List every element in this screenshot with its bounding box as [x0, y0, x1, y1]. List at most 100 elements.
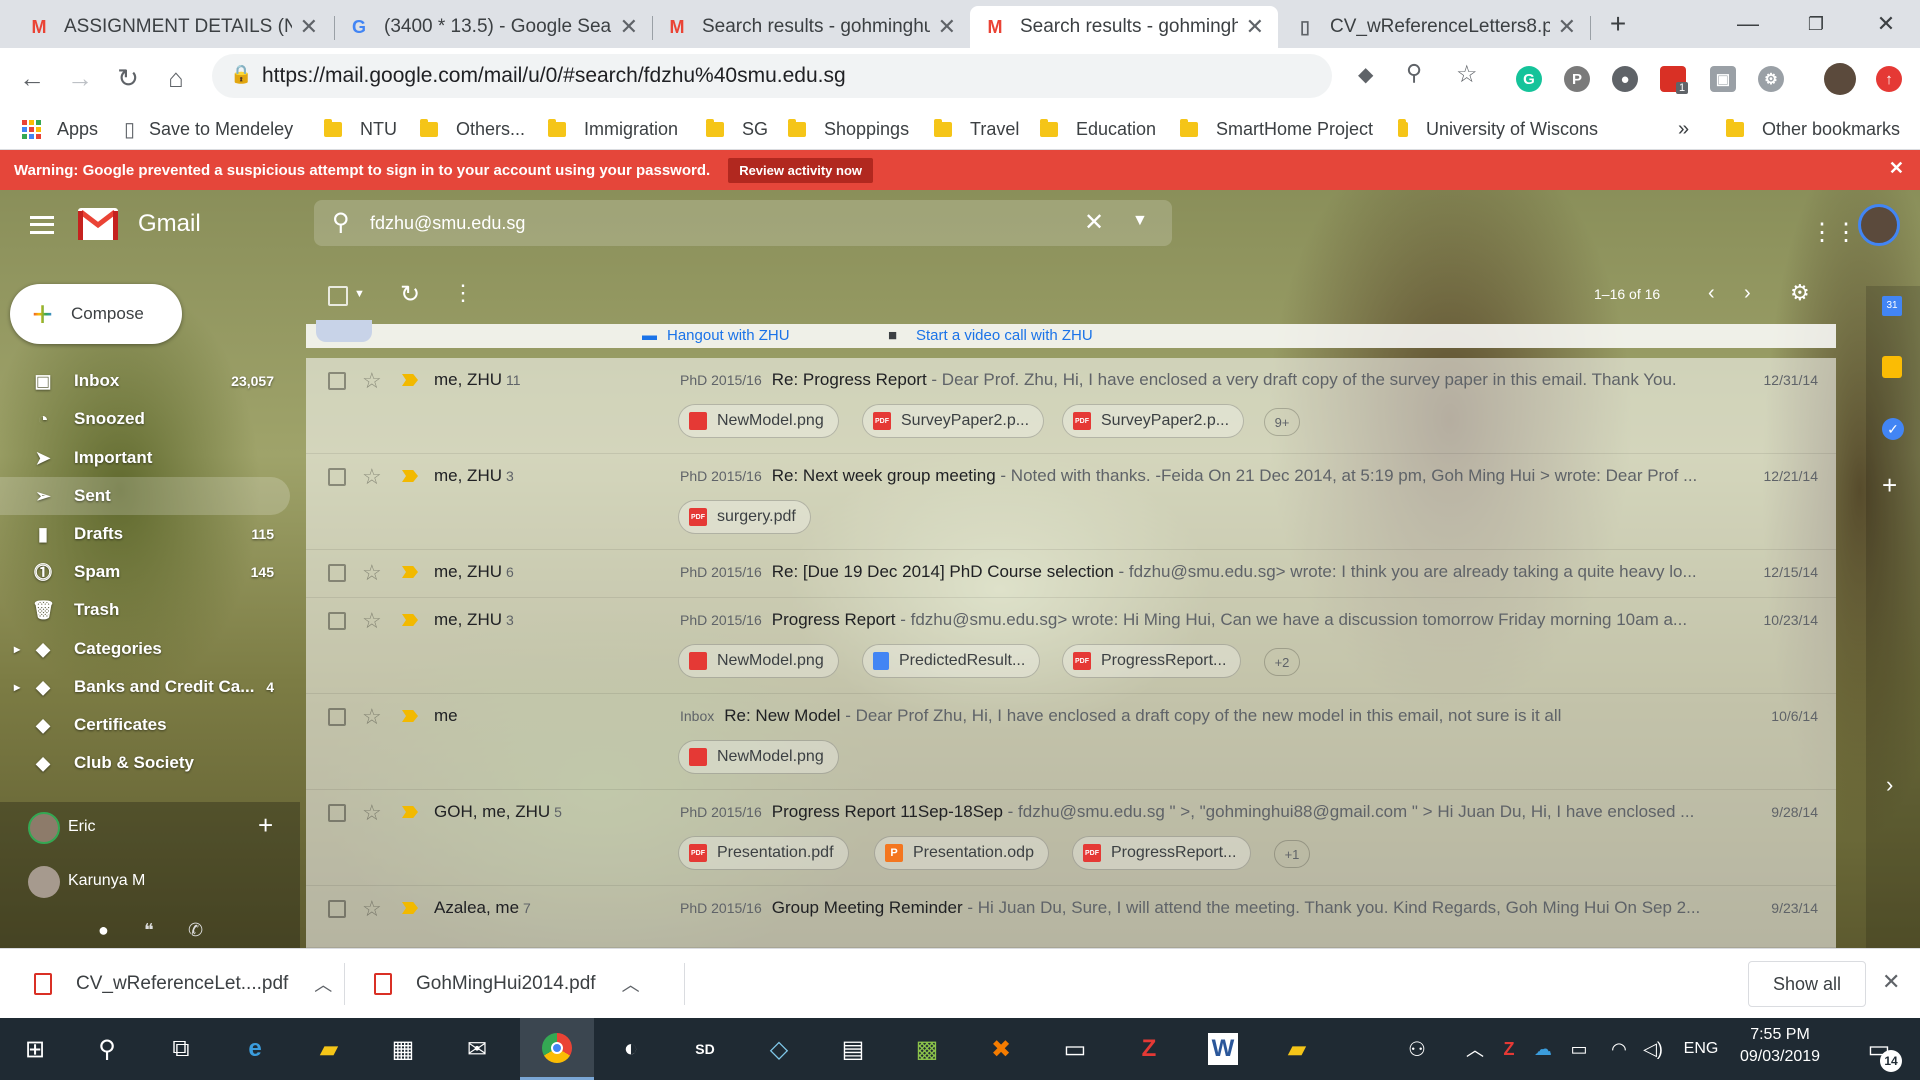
app-icon[interactable]: ▩ [904, 1026, 950, 1072]
bookmark-folder[interactable]: NTU [324, 116, 397, 142]
close-download-bar-icon[interactable]: ✕ [1882, 969, 1900, 995]
attachment-chip[interactable]: PredictedResult... [862, 644, 1041, 678]
close-window-icon[interactable]: ✕ [1866, 6, 1906, 42]
search-icon[interactable]: ⚲ [84, 1026, 130, 1072]
attachment-chip[interactable]: PDF SurveyPaper2.p... [862, 404, 1045, 438]
sidebar-item-drafts[interactable]: ▮ Drafts 115 [0, 515, 290, 553]
attachment-chip[interactable]: NewModel.png [678, 644, 839, 678]
row-checkbox[interactable] [328, 372, 346, 390]
sidebar-item-club-society[interactable]: ◆ Club & Society [0, 744, 290, 782]
grammarly-icon[interactable]: G [1516, 66, 1542, 92]
attachment-chip[interactable]: PDF Presentation.pdf [678, 836, 849, 870]
bookmark-star-icon[interactable]: ☆ [1456, 60, 1478, 89]
attachment-chip[interactable]: PDF ProgressReport... [1062, 644, 1242, 678]
expand-arrow-icon[interactable]: ▸ [14, 642, 20, 656]
bookmark-folder[interactable]: Travel [934, 116, 1019, 142]
important-marker-icon[interactable] [402, 614, 418, 626]
pinterest-icon[interactable]: P [1564, 66, 1590, 92]
task-view-icon[interactable]: ⧉ [158, 1026, 204, 1072]
settings-gear-icon[interactable]: ⚙ [1790, 280, 1810, 306]
address-bar[interactable]: 🔒 https://mail.google.com/mail/u/0/#sear… [212, 54, 1478, 98]
update-icon[interactable]: ↑ [1876, 66, 1902, 92]
main-menu-icon[interactable] [30, 216, 54, 234]
bookmark-item[interactable]: ▯ Save to Mendeley [124, 116, 293, 142]
important-marker-icon[interactable] [402, 566, 418, 578]
email-row[interactable]: ☆ me Inbox Re: New Model - Dear Prof Zhu,… [306, 694, 1836, 790]
star-icon[interactable]: ☆ [362, 464, 382, 490]
chevron-up-icon[interactable]: ︿ [314, 971, 332, 997]
download-item[interactable]: GohMingHui2014.pdf ︿ [374, 967, 640, 1001]
close-tab-icon[interactable]: ✕ [1558, 14, 1576, 40]
app-icon[interactable]: ◇ [756, 1026, 802, 1072]
restore-icon[interactable]: ❐ [1796, 6, 1836, 42]
app-icon[interactable]: ◐ [608, 1026, 654, 1072]
close-tab-icon[interactable]: ✕ [300, 14, 318, 40]
quote-icon[interactable]: ❝ [144, 920, 154, 941]
sidebar-item-sent[interactable]: ➢ Sent [0, 477, 290, 515]
sidebar-item-banks[interactable]: ▸ ◆ Banks and Credit Ca... 4 [0, 668, 290, 706]
email-row[interactable]: ☆ me, ZHU 3 PhD 2015/16 Progress Report - … [306, 598, 1836, 694]
browser-tab[interactable]: G (3400 * 13.5) - Google Sear ✕ [334, 6, 652, 48]
language-indicator[interactable]: ENG [1676, 1026, 1726, 1072]
keep-icon[interactable] [1882, 356, 1902, 378]
store-icon[interactable]: ▦ [380, 1026, 426, 1072]
file-explorer-icon[interactable]: ▰ [306, 1026, 352, 1072]
expand-arrow-icon[interactable]: ▸ [14, 680, 20, 694]
bookmark-folder[interactable]: Others... [420, 116, 525, 142]
sidebar-item-trash[interactable]: 🗑 Trash [0, 591, 290, 629]
bookmark-folder[interactable]: Education [1040, 116, 1156, 142]
avatar[interactable] [28, 812, 60, 844]
more-actions-icon[interactable]: ⋮ [452, 280, 474, 306]
calendar-icon[interactable]: 31 [1882, 296, 1902, 316]
other-bookmarks[interactable]: Other bookmarks [1726, 116, 1900, 142]
important-marker-icon[interactable] [402, 902, 418, 914]
hangout-link[interactable]: Hangout with ZHU [667, 327, 790, 344]
sidebar-item-spam[interactable]: ⓵ Spam 145 [0, 553, 290, 591]
hangouts-contact[interactable]: Eric [68, 818, 96, 836]
phone-icon[interactable]: ✆ [188, 920, 203, 941]
bookmark-folder[interactable]: SG [706, 116, 768, 142]
back-icon[interactable]: ← [14, 60, 50, 96]
sidebar-item-categories[interactable]: ▸ ◆ Categories [0, 630, 290, 668]
attachment-chip[interactable]: NewModel.png [678, 740, 839, 774]
home-icon[interactable]: ⌂ [158, 60, 194, 96]
edge-icon[interactable]: e [232, 1026, 278, 1072]
person-icon[interactable]: ● [98, 920, 109, 941]
attachment-chip[interactable]: PDF surgery.pdf [678, 500, 811, 534]
star-icon[interactable]: ☆ [362, 368, 382, 394]
search-icon[interactable]: ⚲ [332, 208, 350, 237]
gear-extension-icon[interactable]: ⚙ [1758, 66, 1784, 92]
attachment-chip[interactable]: P Presentation.odp [874, 836, 1049, 870]
row-checkbox[interactable] [328, 804, 346, 822]
account-avatar[interactable] [1858, 204, 1900, 246]
select-dropdown-icon[interactable]: ▼ [354, 288, 365, 300]
important-marker-icon[interactable] [402, 806, 418, 818]
extension-circle-icon[interactable]: ● [1612, 66, 1638, 92]
star-icon[interactable]: ☆ [362, 704, 382, 730]
expand-panel-icon[interactable]: › [1886, 772, 1893, 798]
show-all-downloads-button[interactable]: Show all [1748, 961, 1866, 1007]
email-row[interactable]: ☆ me, ZHU 11 PhD 2015/16 Re: Progress Repo… [306, 358, 1836, 454]
bookmark-folder[interactable]: Immigration [548, 116, 678, 142]
row-checkbox[interactable] [328, 900, 346, 918]
forward-icon[interactable]: → [62, 60, 98, 96]
sidebar-item-inbox[interactable]: ▣ Inbox 23,057 [0, 362, 290, 400]
browser-tab[interactable]: M ASSIGNMENT DETAILS (NTU ✕ [14, 6, 332, 48]
star-icon[interactable]: ☆ [362, 560, 382, 586]
important-marker-icon[interactable] [402, 470, 418, 482]
email-row[interactable]: ☆ me, ZHU 6 PhD 2015/16 Re: [Due 19 Dec 20… [306, 550, 1836, 598]
attachment-chip[interactable]: PDF SurveyPaper2.p... [1062, 404, 1245, 438]
bookmark-folder[interactable]: SmartHome Project [1180, 116, 1373, 142]
star-icon[interactable]: ☆ [362, 800, 382, 826]
row-checkbox[interactable] [328, 708, 346, 726]
get-addons-icon[interactable]: + [1882, 470, 1897, 501]
older-icon[interactable]: › [1744, 282, 1751, 305]
star-icon[interactable]: ☆ [362, 608, 382, 634]
close-tab-icon[interactable]: ✕ [938, 14, 956, 40]
video-call-link[interactable]: Start a video call with ZHU [916, 327, 1093, 344]
close-tab-icon[interactable]: ✕ [620, 14, 638, 40]
browser-tab-active[interactable]: M Search results - gohminghu ✕ [970, 6, 1278, 48]
important-marker-icon[interactable] [402, 710, 418, 722]
camera-icon[interactable]: ▣ [1710, 66, 1736, 92]
extension-diamond-icon[interactable]: ◆ [1358, 62, 1373, 87]
